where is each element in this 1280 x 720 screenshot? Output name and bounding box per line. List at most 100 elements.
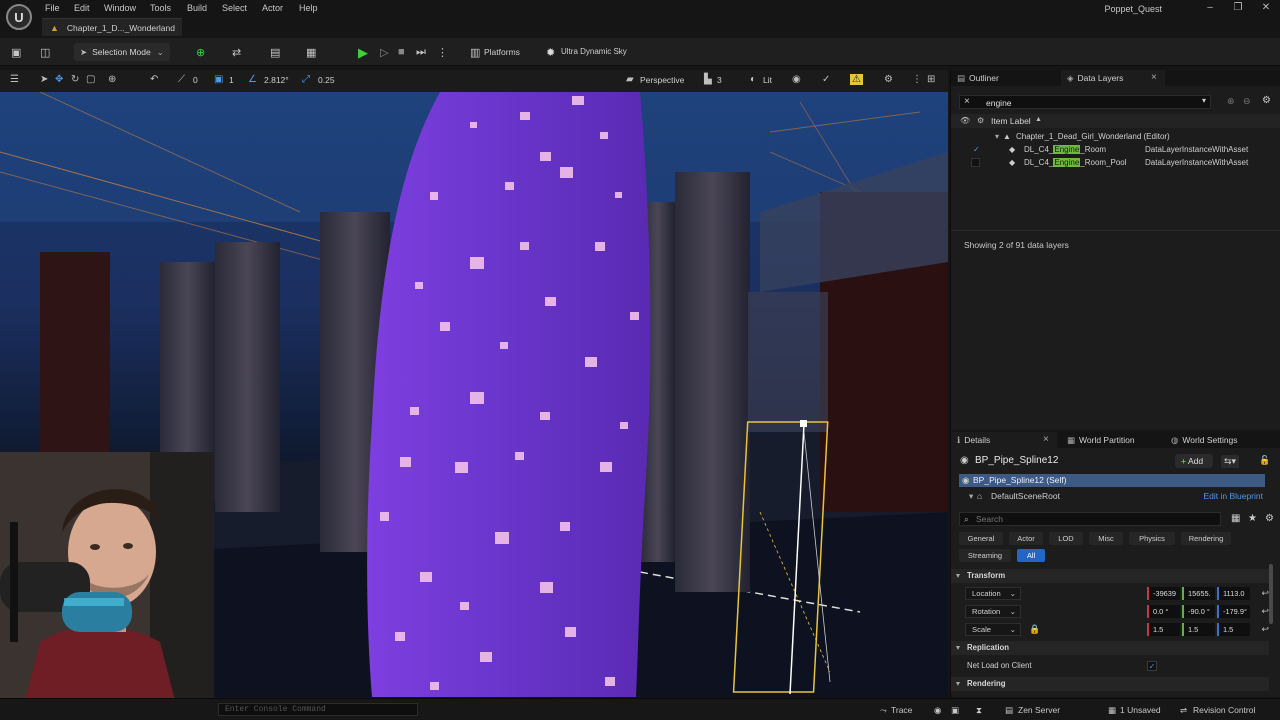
tree-row-data-layer[interactable]: ✓ ◆ DL_C4_Engine_Room DataLayerInstanceW…	[951, 143, 1280, 156]
eject-icon[interactable]: ⏭	[416, 46, 426, 59]
sky-button[interactable]: Ultra Dynamic Sky	[561, 47, 627, 56]
unreal-logo-icon[interactable]: U	[6, 4, 32, 30]
unsaved-button[interactable]: 1 Unsaved	[1120, 705, 1161, 715]
scale-dropdown[interactable]: Scale ⌄	[965, 623, 1021, 636]
trace-button[interactable]: Trace	[891, 705, 912, 715]
menu-tools[interactable]: Tools	[150, 3, 171, 13]
transform-section-header[interactable]: ▾ Transform	[951, 569, 1269, 583]
level-tab[interactable]: ▲ Chapter_1_D..._Wonderland	[42, 18, 182, 36]
minimize-icon[interactable]: –	[1200, 2, 1220, 13]
reset-location-icon[interactable]: ↩	[1261, 588, 1269, 599]
close-data-layers-icon[interactable]: ×	[1151, 72, 1157, 83]
add-component-button[interactable]: + Add	[1175, 454, 1213, 468]
add-actor-icon[interactable]: ⊕	[196, 46, 205, 59]
viewport-menu-icon[interactable]: ☰	[10, 74, 19, 85]
table-view-icon[interactable]: ▦	[1231, 513, 1240, 524]
menu-help[interactable]: Help	[299, 3, 318, 13]
platforms-icon[interactable]: ▥	[470, 46, 480, 59]
menu-window[interactable]: Window	[104, 3, 136, 13]
outliner-settings-icon[interactable]: ⚙	[1262, 95, 1271, 106]
rendering-section-header[interactable]: ▾ Rendering	[951, 677, 1269, 691]
lock-icon[interactable]: 🔓	[1259, 455, 1270, 466]
rotation-snap-value[interactable]: 0	[193, 75, 198, 85]
reset-scale-icon[interactable]: ↩	[1261, 624, 1269, 635]
collapse-icon[interactable]: ▾	[969, 490, 973, 503]
surface-snap-icon[interactable]: ↶	[150, 74, 158, 85]
details-search-input[interactable]: ⌕ Search	[959, 512, 1221, 526]
select-tool-icon[interactable]: ➤	[40, 74, 48, 85]
replication-section-header[interactable]: ▾ Replication	[951, 641, 1269, 655]
screenshot-icon[interactable]: ▣	[951, 705, 959, 716]
reset-rotation-icon[interactable]: ↩	[1261, 606, 1269, 617]
grid-snap-icon[interactable]: ⟋	[178, 74, 185, 85]
step-icon[interactable]: ▷	[380, 46, 388, 59]
category-lod[interactable]: LOD	[1049, 532, 1083, 545]
scale-y-field[interactable]: 1.5	[1182, 623, 1215, 636]
rotation-dropdown[interactable]: Rotation ⌄	[965, 605, 1021, 618]
item-label-header[interactable]: Item Label	[991, 116, 1031, 126]
rotate-tool-icon[interactable]: ↻	[71, 74, 79, 85]
record-icon[interactable]: ◉	[934, 705, 941, 716]
remove-layer-icon[interactable]: ⊖	[1243, 96, 1251, 107]
viewport-options-icon[interactable]: ⋮	[912, 74, 922, 85]
angle-snap-value[interactable]: 2.812°	[264, 75, 289, 85]
location-x-field[interactable]: -39639	[1147, 587, 1180, 600]
visibility-icon[interactable]: 👁	[960, 116, 970, 125]
scale-snap-icon[interactable]: ⤢	[302, 74, 310, 85]
clear-filter-icon[interactable]: ×	[964, 96, 970, 107]
tab-outliner[interactable]: ▤ Outliner	[951, 70, 1057, 86]
data-layer-filter[interactable]: × engine ▾	[959, 95, 1211, 109]
category-general[interactable]: General	[959, 532, 1003, 545]
edit-in-blueprint-link[interactable]: Edit in Blueprint	[1203, 491, 1263, 501]
play-icon[interactable]: ▶	[358, 45, 368, 61]
viewport-settings-icon[interactable]: ⚙	[884, 74, 893, 85]
tree-row-world[interactable]: ▾ ▲ Chapter_1_Dead_Girl_Wonderland (Edit…	[951, 130, 1280, 143]
menu-build[interactable]: Build	[187, 3, 207, 13]
show-flags-icon[interactable]: ◉	[792, 74, 801, 85]
load-icon[interactable]: ⚙	[977, 116, 984, 125]
location-y-field[interactable]: 15655.	[1182, 587, 1215, 600]
chevron-down-icon[interactable]: ▾	[1202, 96, 1206, 105]
rotation-z-field[interactable]: -179.9°	[1217, 605, 1250, 618]
play-options-icon[interactable]: ⋮	[437, 46, 448, 59]
angle-snap-icon[interactable]: ∠	[248, 74, 257, 85]
content-browser-icon[interactable]: ◫	[40, 46, 50, 59]
realtime-icon[interactable]: ✓	[822, 74, 830, 85]
visible-checkbox-icon[interactable]: ✓	[973, 145, 980, 154]
perspective-dropdown[interactable]: Perspective	[640, 75, 684, 85]
menu-edit[interactable]: Edit	[74, 3, 90, 13]
lock-scale-icon[interactable]: 🔒	[1029, 624, 1040, 635]
location-dropdown[interactable]: Location ⌄	[965, 587, 1021, 600]
stop-icon[interactable]: ■	[398, 46, 405, 58]
console-input[interactable]: Enter Console Command	[218, 703, 418, 716]
self-component-row[interactable]: ◉ BP_Pipe_Spline12 (Self)	[959, 474, 1265, 487]
rotation-x-field[interactable]: 0.0 °	[1147, 605, 1180, 618]
maximize-icon[interactable]: ❐	[1228, 2, 1248, 13]
category-streaming[interactable]: Streaming	[959, 549, 1011, 562]
sky-icon[interactable]: ✹	[546, 46, 555, 59]
tab-world-settings[interactable]: ◍ World Settings	[1165, 432, 1275, 448]
rotation-y-field[interactable]: -90.0 °	[1182, 605, 1215, 618]
favorite-star-icon[interactable]: ★	[1248, 513, 1257, 524]
actor-name[interactable]: BP_Pipe_Spline12	[975, 455, 1058, 466]
zen-server-button[interactable]: Zen Server	[1018, 705, 1060, 715]
scale-z-field[interactable]: 1.5	[1217, 623, 1250, 636]
blueprint-options-icon[interactable]: ⇆▾	[1221, 455, 1240, 468]
category-physics[interactable]: Physics	[1129, 532, 1175, 545]
close-window-icon[interactable]: ✕	[1256, 2, 1276, 13]
menu-file[interactable]: File	[45, 3, 60, 13]
tab-world-partition[interactable]: ▦ World Partition	[1061, 432, 1161, 448]
build-icon[interactable]: ▦	[306, 46, 316, 59]
tab-details[interactable]: ℹ Details	[951, 432, 1057, 448]
selection-mode-dropdown[interactable]: ➤ Selection Mode ⌄	[74, 43, 170, 61]
scale-tool-icon[interactable]: ▢	[86, 74, 95, 85]
derived-data-icon[interactable]: ⧗	[976, 705, 982, 716]
scale-x-field[interactable]: 1.5	[1147, 623, 1180, 636]
save-icon[interactable]: ▣	[11, 46, 21, 59]
category-all[interactable]: All	[1017, 549, 1045, 562]
camera-speed-value[interactable]: 3	[717, 75, 722, 85]
revision-control-button[interactable]: Revision Control	[1193, 705, 1255, 715]
blueprint-icon[interactable]: ⇄	[232, 46, 241, 59]
category-misc[interactable]: Misc	[1089, 532, 1123, 545]
close-details-icon[interactable]: ×	[1043, 434, 1049, 445]
